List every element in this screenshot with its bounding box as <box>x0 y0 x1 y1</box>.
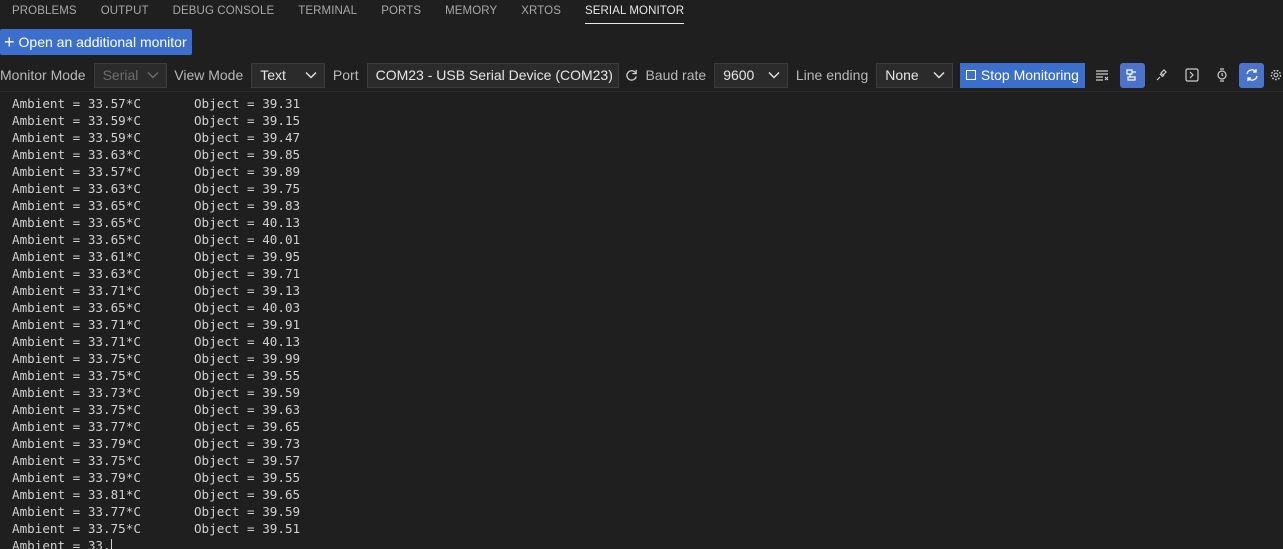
view-mode-label: View Mode <box>174 67 244 83</box>
output-line: Ambient = 33.59*C Object = 39.15 <box>12 113 301 128</box>
view-mode-value: Text <box>260 67 286 83</box>
stop-monitoring-label: Stop Monitoring <box>980 67 1079 83</box>
line-ending-label: Line ending <box>795 67 869 83</box>
open-additional-monitor-button[interactable]: + Open an additional monitor <box>0 29 192 55</box>
plus-icon: + <box>4 32 15 52</box>
monitor-mode-select[interactable]: Serial <box>93 62 168 88</box>
output-line: Ambient = 33.57*C Object = 39.31 <box>12 96 301 111</box>
output-line: Ambient = 33.57*C Object = 39.89 <box>12 164 301 179</box>
tab-problems[interactable]: PROBLEMS <box>12 0 77 23</box>
output-line: Ambient = 33.71*C Object = 40.13 <box>12 334 301 349</box>
output-line: Ambient = 33.79*C Object = 39.55 <box>12 470 301 485</box>
output-line: Ambient = 33.75*C Object = 39.57 <box>12 453 301 468</box>
toggle-timestamp-icon[interactable] <box>1119 62 1145 88</box>
output-line: Ambient = 33.61*C Object = 39.95 <box>12 249 301 264</box>
chevron-down-icon <box>305 72 317 79</box>
output-line: Ambient = 33.65*C Object = 40.13 <box>12 215 301 230</box>
chevron-down-icon <box>933 72 945 79</box>
toolbar-divider <box>0 91 1283 92</box>
tab-xrtos[interactable]: XRTOS <box>521 0 561 23</box>
serial-monitor-toolbar: Monitor Mode Serial View Mode Text Port … <box>0 61 1283 89</box>
tab-terminal[interactable]: TERMINAL <box>298 0 357 23</box>
terminal-icon[interactable] <box>1180 63 1205 88</box>
output-line: Ambient = 33.73*C Object = 39.59 <box>12 385 301 400</box>
clear-output-icon[interactable] <box>1090 63 1115 88</box>
stop-monitoring-button[interactable]: Stop Monitoring <box>959 62 1085 88</box>
output-line: Ambient = 33.75*C Object = 39.99 <box>12 351 301 366</box>
chevron-down-icon <box>147 72 159 79</box>
chevron-down-icon <box>768 72 780 79</box>
output-line: Ambient = 33.81*C Object = 39.65 <box>12 487 301 502</box>
output-line: Ambient = 33.65*C Object = 39.83 <box>12 198 301 213</box>
port-label: Port <box>332 67 359 83</box>
stop-icon <box>965 70 976 80</box>
output-line: Ambient = 33.77*C Object = 39.59 <box>12 504 301 519</box>
watch-icon[interactable] <box>1209 63 1234 88</box>
line-ending-value: None <box>885 67 919 83</box>
open-additional-monitor-label: Open an additional monitor <box>18 34 187 50</box>
panel-tab-bar: PROBLEMS OUTPUT DEBUG CONSOLE TERMINAL P… <box>0 0 1283 24</box>
output-line: Ambient = 33.75*C Object = 39.51 <box>12 521 301 536</box>
output-line: Ambient = 33.71*C Object = 39.13 <box>12 283 301 298</box>
tab-ports[interactable]: PORTS <box>381 0 421 23</box>
text-cursor <box>110 539 112 549</box>
output-line: Ambient = 33.63*C Object = 39.85 <box>12 147 301 162</box>
output-line: Ambient = 33.65*C Object = 40.03 <box>12 300 301 315</box>
line-ending-select[interactable]: None <box>876 62 953 88</box>
port-select[interactable]: COM23 - USB Serial Device (COM23) <box>366 62 619 88</box>
output-line: Ambient = 33.63*C Object = 39.75 <box>12 181 301 196</box>
baud-rate-label: Baud rate <box>645 67 707 83</box>
port-value: COM23 - USB Serial Device (COM23) <box>375 67 613 83</box>
autoscroll-sync-icon[interactable] <box>1239 62 1265 88</box>
output-line: Ambient = 33.75*C Object = 39.55 <box>12 368 301 383</box>
monitor-mode-value: Serial <box>102 67 139 83</box>
output-line-partial: Ambient = 33. <box>12 537 1272 549</box>
view-mode-select[interactable]: Text <box>251 62 325 88</box>
output-line: Ambient = 33.79*C Object = 39.73 <box>12 436 301 451</box>
output-line: Ambient = 33.63*C Object = 39.71 <box>12 266 301 281</box>
output-line: Ambient = 33.65*C Object = 40.01 <box>12 232 301 247</box>
tab-serial-monitor[interactable]: SERIAL MONITOR <box>584 0 685 24</box>
partial-line-text: Ambient = 33. <box>12 538 111 549</box>
gear-icon[interactable] <box>1269 63 1283 88</box>
refresh-ports-icon[interactable] <box>619 63 644 88</box>
output-line: Ambient = 33.77*C Object = 39.65 <box>12 419 301 434</box>
tab-debug-console[interactable]: DEBUG CONSOLE <box>173 0 275 23</box>
plug-icon[interactable] <box>1150 63 1175 88</box>
output-line: Ambient = 33.71*C Object = 39.91 <box>12 317 301 332</box>
serial-output[interactable]: Ambient = 33.57*C Object = 39.31 Ambient… <box>12 95 1272 549</box>
output-line: Ambient = 33.75*C Object = 39.63 <box>12 402 301 417</box>
baud-rate-select[interactable]: 9600 <box>714 62 788 88</box>
tab-memory[interactable]: MEMORY <box>445 0 497 23</box>
baud-rate-value: 9600 <box>723 67 755 83</box>
monitor-mode-label: Monitor Mode <box>0 67 86 83</box>
output-line: Ambient = 33.59*C Object = 39.47 <box>12 130 301 145</box>
tab-output[interactable]: OUTPUT <box>101 0 149 23</box>
